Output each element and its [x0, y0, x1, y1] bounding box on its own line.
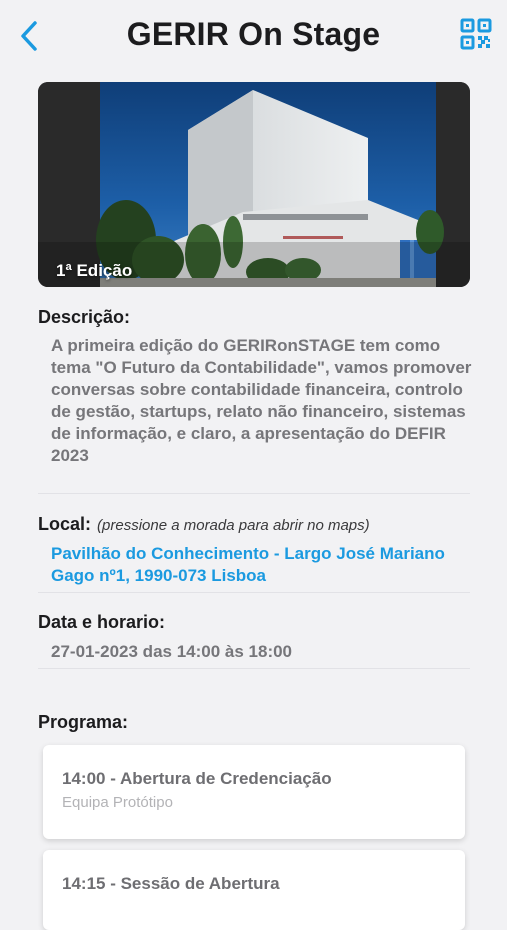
building-photo: [38, 82, 470, 287]
program-item-title: 14:15 - Sessão de Abertura: [62, 874, 280, 893]
program-item-title: 14:00 - Abertura de Credenciação: [62, 769, 332, 788]
location-heading: Local: (pressione a morada para abrir no …: [38, 514, 370, 535]
schedule-value: 27-01-2023 das 14:00 às 18:00: [51, 642, 293, 661]
divider: [38, 668, 470, 669]
description-heading: Descrição:: [38, 307, 131, 327]
page-title: GERIR On Stage: [126, 16, 381, 52]
program-heading: Programa:: [38, 712, 129, 732]
description-text: A primeira edição do GERIRonSTAGE tem co…: [51, 336, 472, 465]
schedule-heading: Data e horario:: [38, 612, 166, 632]
program-item-speaker: Equipa Protótipo: [62, 794, 173, 811]
qr-code-icon: [460, 18, 492, 50]
program-item-card[interactable]: 14:15 - Sessão de Abertura: [43, 850, 465, 930]
divider: [38, 493, 470, 494]
edition-label: 1ª Edição: [56, 261, 133, 280]
location-address-link[interactable]: Pavilhão do Conhecimento - Largo José Ma…: [51, 543, 476, 587]
location-label: Local:: [38, 514, 92, 534]
program-item-card[interactable]: 14:00 - Abertura de Credenciação Equipa …: [43, 745, 465, 839]
qr-code-button[interactable]: [460, 18, 494, 52]
location-hint: (pressione a morada para abrir no maps): [97, 517, 370, 534]
header: GERIR On Stage: [0, 0, 507, 72]
divider: [38, 592, 470, 593]
event-hero-image: 1ª Edição: [38, 82, 470, 287]
